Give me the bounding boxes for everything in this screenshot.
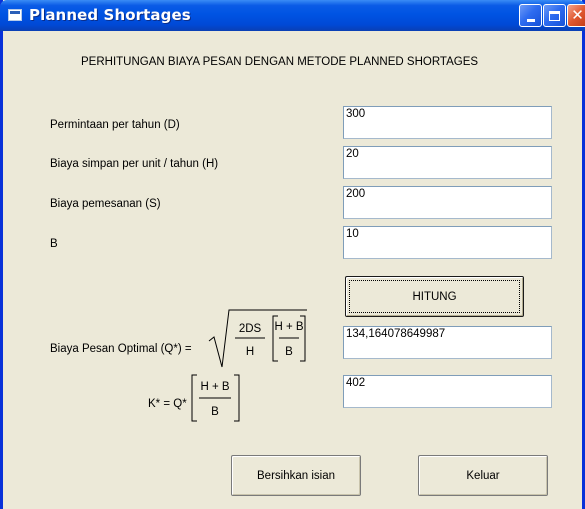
input-biaya-pemesanan[interactable]: 200	[343, 186, 552, 219]
input-biaya-simpan[interactable]: 20	[343, 146, 552, 179]
keluar-label: Keluar	[466, 469, 500, 482]
maximize-icon	[549, 10, 560, 21]
q-den: H	[246, 346, 254, 358]
k-formula: H + B B	[191, 374, 240, 422]
close-button[interactable]: ✕	[567, 4, 585, 27]
close-icon: ✕	[571, 6, 584, 24]
k-left-bracket	[191, 374, 197, 422]
maximize-button[interactable]	[543, 4, 566, 27]
label-biaya-pemesanan: Biaya pemesanan (S)	[50, 198, 161, 210]
hitung-button[interactable]: HITUNG	[345, 276, 524, 317]
q-frac-num: H + B	[274, 321, 303, 333]
bersihkan-button[interactable]: Bersihkan isian	[231, 455, 361, 496]
k-frac-num: H + B	[200, 381, 229, 393]
app-icon[interactable]	[8, 9, 22, 21]
q-formula: 2DS H H + B B	[208, 309, 307, 368]
label-permintaan: Permintaan per tahun (D)	[50, 119, 180, 131]
input-permintaan[interactable]: 300	[343, 106, 552, 139]
focus-indicator	[349, 280, 520, 313]
label-q-optimal: Biaya Pesan Optimal (Q*) =	[50, 343, 192, 355]
output-k[interactable]: 402	[343, 375, 552, 408]
window-title: Planned Shortages	[29, 6, 191, 24]
q-num: 2DS	[239, 323, 262, 335]
keluar-button[interactable]: Keluar	[418, 455, 548, 496]
input-b[interactable]: 10	[343, 226, 552, 259]
minimize-button[interactable]	[519, 4, 542, 27]
label-k: K* = Q*	[148, 398, 187, 410]
form-heading: PERHITUNGAN BIAYA PESAN DENGAN METODE PL…	[81, 56, 479, 68]
label-biaya-simpan: Biaya simpan per unit / tahun (H)	[50, 158, 219, 170]
bersihkan-label: Bersihkan isian	[257, 469, 335, 482]
title-bar[interactable]: Planned Shortages ✕	[0, 0, 585, 31]
q-frac-den: B	[285, 346, 293, 358]
k-right-bracket	[234, 374, 240, 422]
k-frac-den: B	[211, 406, 219, 418]
minimize-icon	[526, 19, 535, 22]
label-b: B	[50, 238, 58, 250]
output-q-optimal[interactable]: 134,164078649987	[343, 326, 552, 359]
